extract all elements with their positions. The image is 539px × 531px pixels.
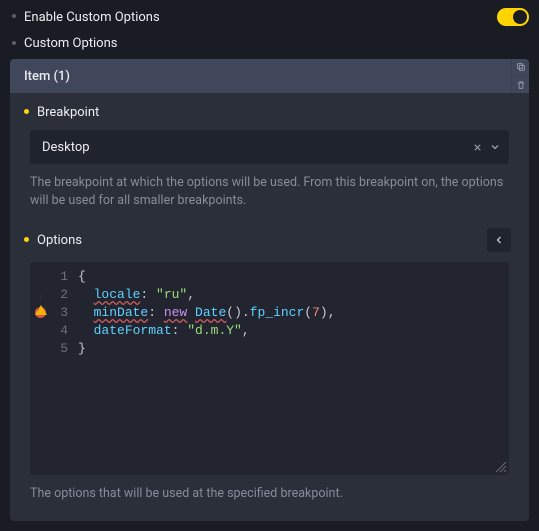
line-number: 4 (52, 322, 78, 340)
resize-grip-icon[interactable] (495, 461, 507, 473)
line-number: 5 (52, 340, 78, 358)
duplicate-icon[interactable] (512, 59, 529, 77)
custom-options-label: Custom Options (24, 36, 117, 51)
enable-custom-options-toggle[interactable] (497, 8, 529, 26)
options-label: Options (37, 233, 82, 248)
delete-icon[interactable] (512, 77, 529, 94)
breakpoint-select[interactable]: Desktop (30, 130, 509, 164)
chevron-down-icon[interactable] (489, 141, 501, 153)
breakpoint-value: Desktop (42, 140, 472, 155)
warning-icon[interactable] (35, 289, 47, 301)
clear-icon[interactable] (472, 141, 483, 153)
line-number: 3 (52, 304, 78, 322)
line-number: 2 (52, 286, 78, 304)
options-code-editor[interactable]: 1 { 2 locale: "ru", ✕ 3 minDate: new Dat… (30, 262, 509, 475)
item-header[interactable]: Item (1) (10, 59, 511, 93)
line-number: 1 (52, 268, 78, 286)
options-help: The options that will be used at the spe… (24, 485, 515, 507)
options-collapse-button[interactable] (487, 228, 511, 252)
breakpoint-label: Breakpoint (37, 105, 99, 120)
enable-custom-options-label: Enable Custom Options (24, 10, 160, 25)
custom-options-card: Item (1) Breakpoint Desktop (10, 59, 529, 521)
breakpoint-help: The breakpoint at which the options will… (24, 174, 515, 214)
